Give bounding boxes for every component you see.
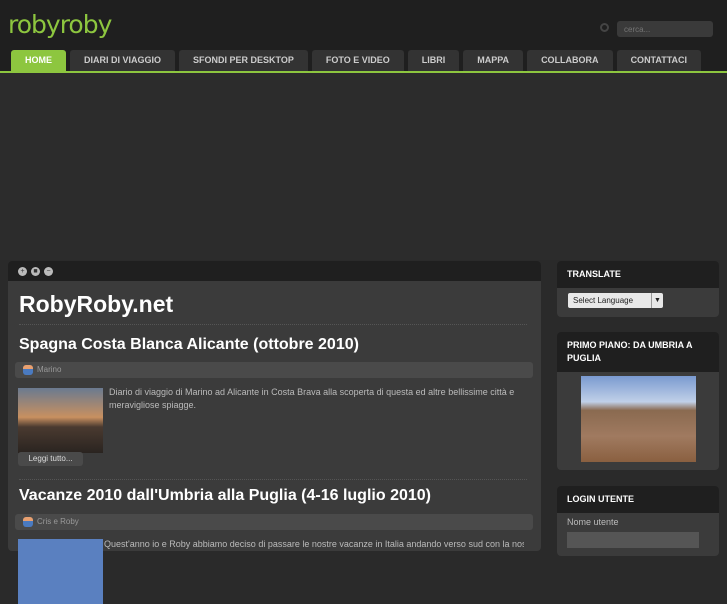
banner-area	[0, 73, 727, 260]
font-size-controls: + ■ −	[8, 261, 541, 281]
tab-contattaci[interactable]: CONTATTACI	[616, 50, 702, 71]
read-more-button[interactable]: Leggi tutto...	[18, 452, 83, 466]
header: robyroby HOME DIARI DI VIAGGIO SFONDI PE…	[0, 0, 727, 72]
search-input[interactable]	[617, 21, 713, 37]
article-meta: Marino	[15, 362, 533, 378]
user-icon	[23, 365, 33, 375]
widget-title: PRIMO PIANO: DA UMBRIA A PUGLIA	[557, 332, 719, 372]
main-content: + ■ − RobyRoby.net Spagna Costa Blanca A…	[8, 261, 541, 604]
widget-title: LOGIN UTENTE	[557, 486, 719, 513]
featured-widget: PRIMO PIANO: DA UMBRIA A PUGLIA	[557, 332, 719, 470]
article-excerpt: Diario di viaggio di Marino ad Alicante …	[109, 387, 515, 410]
username-label: Nome utente	[567, 517, 619, 527]
increase-font-icon[interactable]: +	[18, 267, 27, 276]
author: Cris e Roby	[37, 517, 79, 526]
author: Marino	[37, 365, 62, 374]
translate-widget: TRANSLATE Select Language ▼	[557, 261, 719, 317]
reset-font-icon[interactable]: ■	[31, 267, 40, 276]
username-input[interactable]	[567, 531, 699, 548]
tab-sfondi[interactable]: SFONDI PER DESKTOP	[179, 50, 308, 71]
tab-foto-video[interactable]: FOTO E VIDEO	[311, 50, 404, 71]
language-select[interactable]: Select Language ▼	[568, 293, 663, 308]
tab-libri[interactable]: LIBRI	[407, 50, 460, 71]
widget-title: TRANSLATE	[557, 261, 719, 288]
article-thumbnail[interactable]	[18, 388, 103, 453]
login-widget: LOGIN UTENTE Nome utente	[557, 486, 719, 556]
article-title[interactable]: Spagna Costa Blanca Alicante (ottobre 20…	[19, 336, 359, 354]
page-title: RobyRoby.net	[19, 291, 174, 317]
language-select-value: Select Language	[573, 296, 634, 305]
logo[interactable]: robyroby	[8, 10, 112, 39]
tab-diari[interactable]: DIARI DI VIAGGIO	[70, 50, 176, 71]
featured-image[interactable]	[580, 376, 696, 462]
article-thumbnail[interactable]	[18, 539, 103, 604]
divider	[19, 324, 527, 325]
tab-home[interactable]: HOME	[11, 50, 66, 71]
decrease-font-icon[interactable]: −	[44, 267, 53, 276]
dropdown-arrow-icon: ▼	[651, 293, 663, 308]
article-title[interactable]: Vacanze 2010 dall'Umbria alla Puglia (4-…	[19, 487, 431, 505]
main-nav: HOME DIARI DI VIAGGIO SFONDI PER DESKTOP…	[11, 50, 702, 71]
tab-collabora[interactable]: COLLABORA	[527, 50, 613, 71]
user-icon	[23, 517, 33, 527]
tab-mappa[interactable]: MAPPA	[463, 50, 524, 71]
search-icon	[600, 23, 609, 32]
article-meta: Cris e Roby	[15, 514, 533, 530]
divider	[19, 479, 527, 480]
